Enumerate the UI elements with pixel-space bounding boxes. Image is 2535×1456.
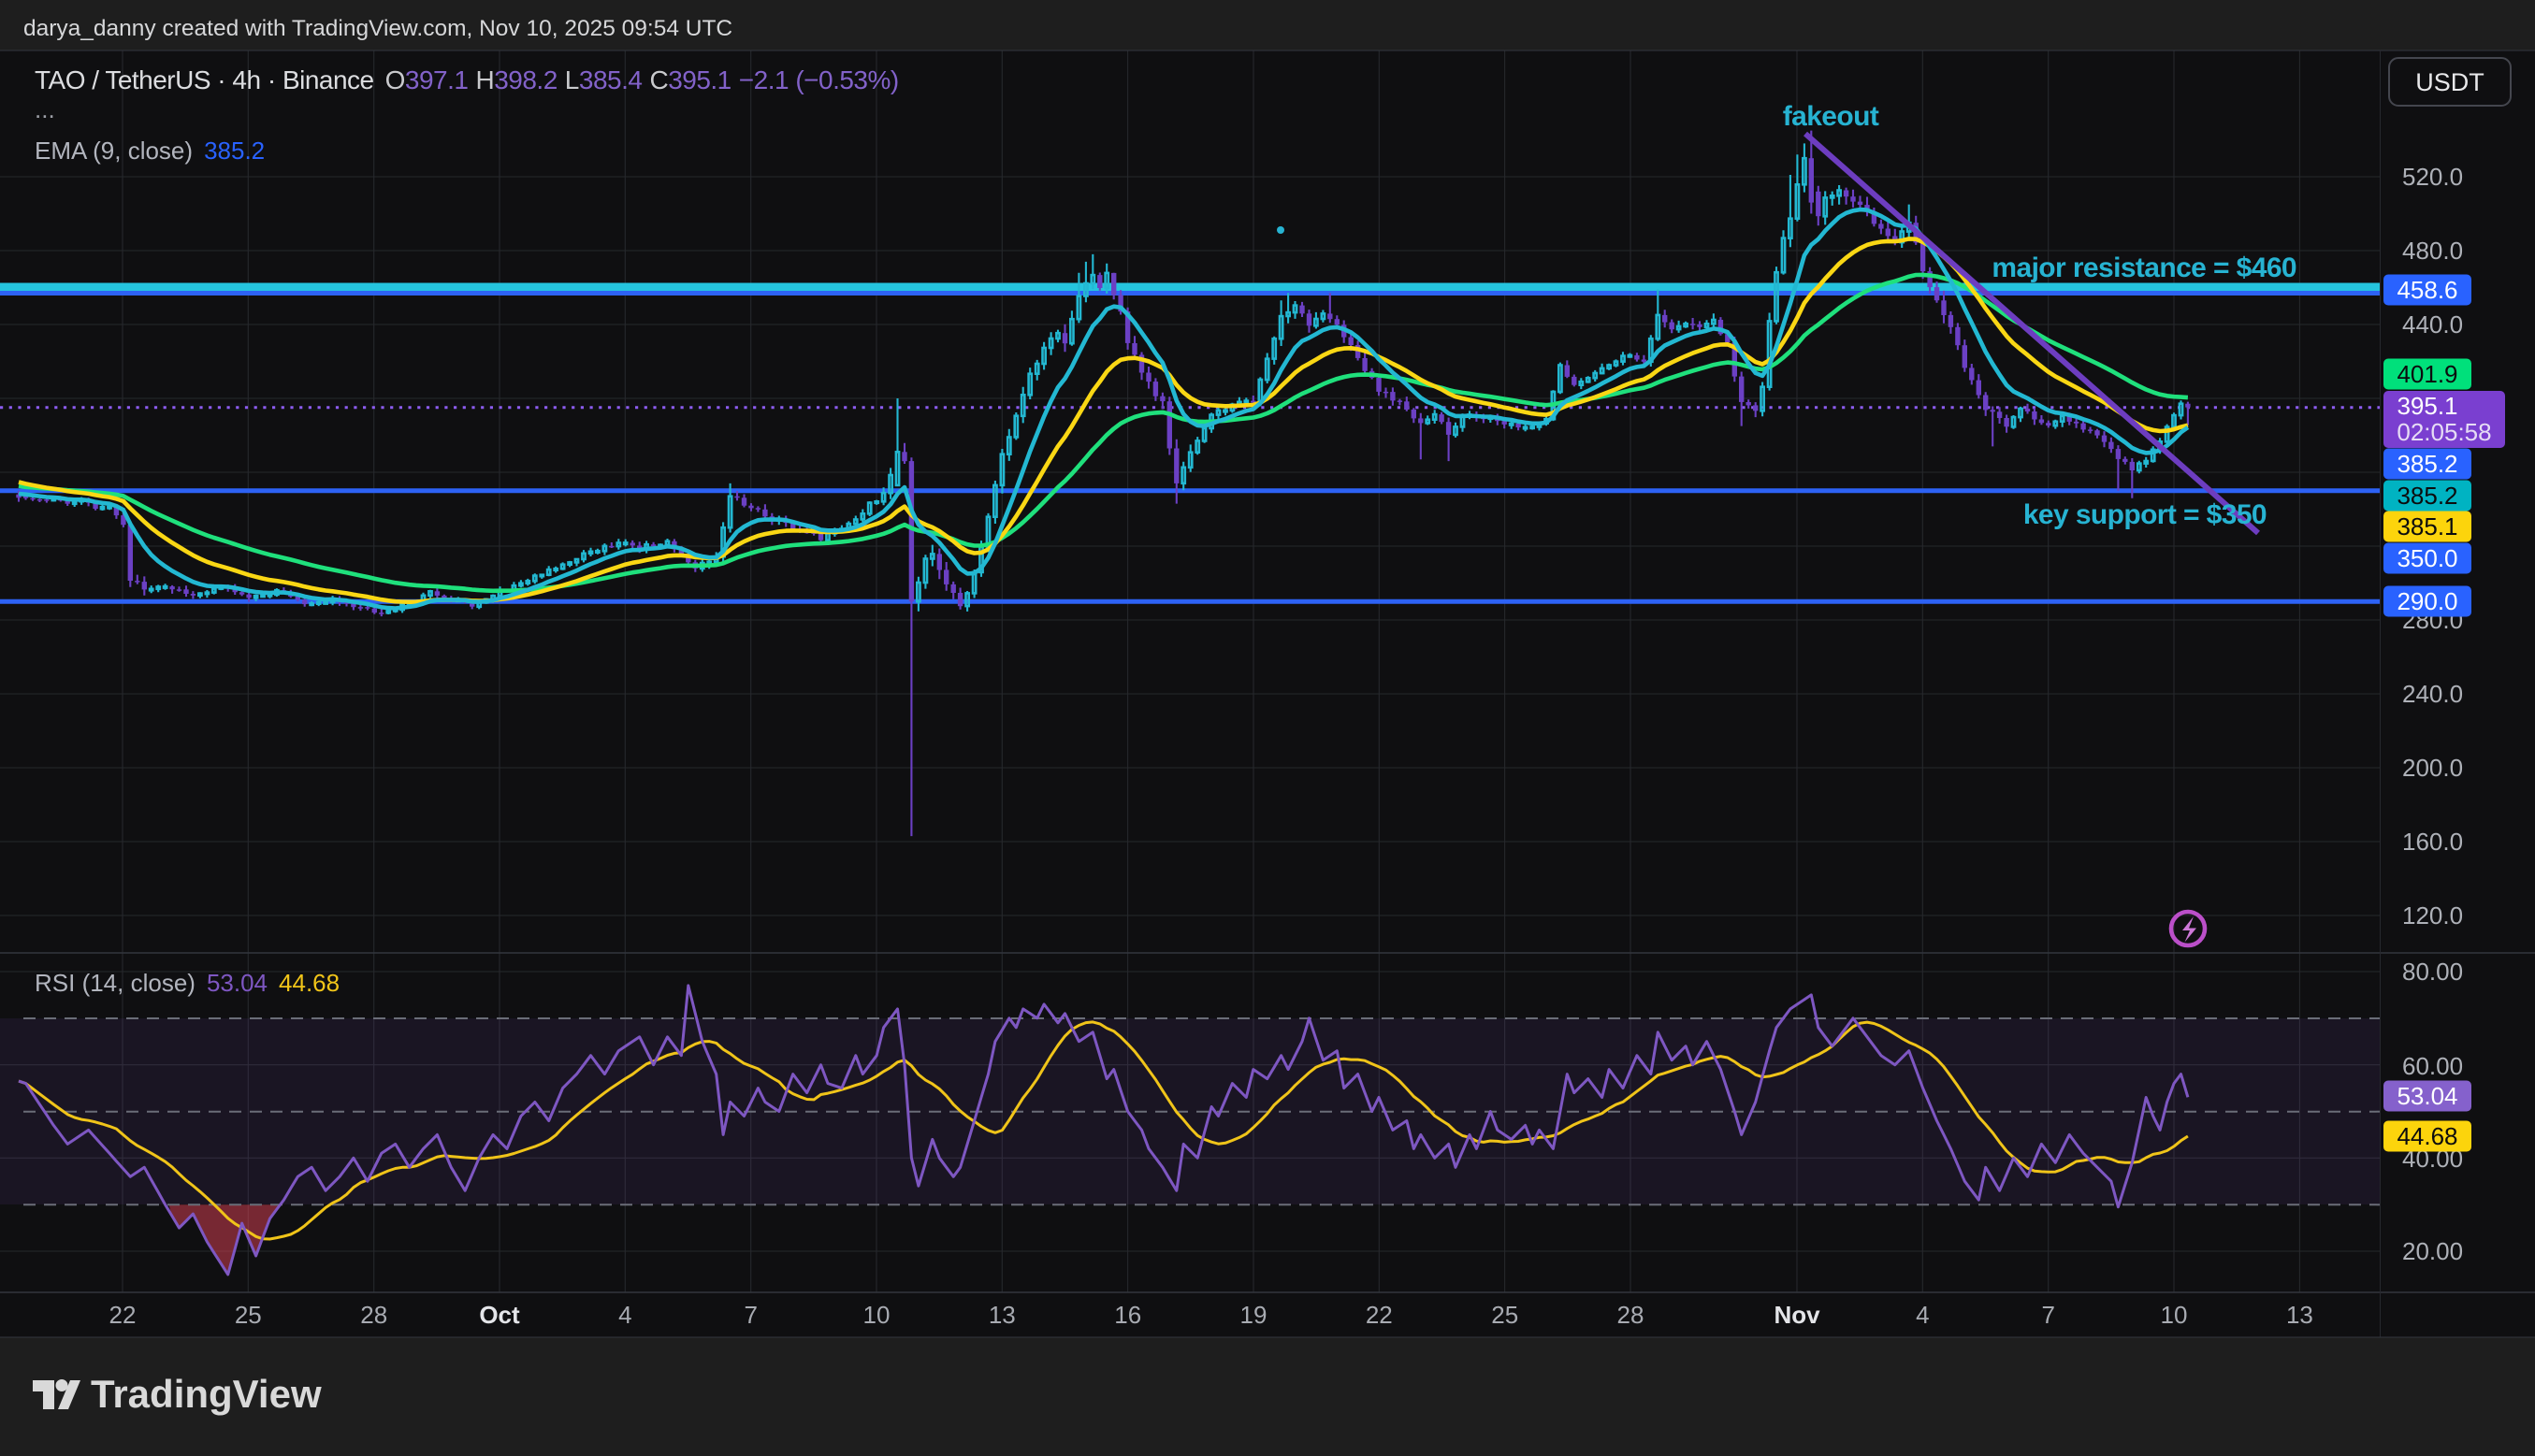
svg-text:10: 10 <box>2161 1301 2188 1329</box>
svg-text:385.1: 385.1 <box>2397 512 2457 541</box>
svg-text:458.6: 458.6 <box>2397 276 2457 304</box>
svg-text:darya_danny created with Tradi: darya_danny created with TradingView.com… <box>23 16 732 41</box>
svg-text:44.68: 44.68 <box>2397 1122 2457 1150</box>
svg-text:160.0: 160.0 <box>2402 828 2463 856</box>
svg-text:...: ... <box>35 95 55 123</box>
svg-text:TAO / TetherUS · 4h · BinanceO: TAO / TetherUS · 4h · BinanceO397.1H398.… <box>35 65 899 94</box>
svg-text:25: 25 <box>1491 1301 1518 1329</box>
svg-text:80.00: 80.00 <box>2402 958 2463 986</box>
svg-text:385.2: 385.2 <box>2397 450 2457 478</box>
svg-text:200.0: 200.0 <box>2402 754 2463 782</box>
svg-text:Nov: Nov <box>1774 1301 1820 1329</box>
svg-text:13: 13 <box>989 1301 1016 1329</box>
svg-text:401.9: 401.9 <box>2397 360 2457 388</box>
svg-text:RSI (14, close)53.0444.68: RSI (14, close)53.0444.68 <box>35 969 340 997</box>
svg-text:fakeout: fakeout <box>1783 101 1879 132</box>
svg-text:385.2: 385.2 <box>2397 482 2457 510</box>
svg-text:7: 7 <box>744 1301 757 1329</box>
svg-text:520.0: 520.0 <box>2402 163 2463 191</box>
svg-text:key support = $350: key support = $350 <box>2023 499 2267 530</box>
svg-text:240.0: 240.0 <box>2402 680 2463 708</box>
svg-text:28: 28 <box>1617 1301 1644 1329</box>
svg-text:22: 22 <box>109 1301 137 1329</box>
svg-text:53.04: 53.04 <box>2397 1082 2457 1110</box>
svg-text:60.00: 60.00 <box>2402 1052 2463 1080</box>
svg-text:10: 10 <box>863 1301 891 1329</box>
svg-text:4: 4 <box>618 1301 631 1329</box>
svg-text:350.0: 350.0 <box>2397 544 2457 572</box>
svg-text:major resistance = $460: major resistance = $460 <box>1992 252 2296 283</box>
svg-text:16: 16 <box>1114 1301 1141 1329</box>
svg-text:13: 13 <box>2286 1301 2313 1329</box>
svg-text:290.0: 290.0 <box>2397 587 2457 615</box>
svg-text:USDT: USDT <box>2415 68 2484 96</box>
svg-text:480.0: 480.0 <box>2402 237 2463 265</box>
svg-text:22: 22 <box>1366 1301 1393 1329</box>
svg-text:25: 25 <box>235 1301 262 1329</box>
svg-text:7: 7 <box>2041 1301 2054 1329</box>
svg-text:28: 28 <box>360 1301 387 1329</box>
svg-text:440.0: 440.0 <box>2402 310 2463 339</box>
svg-text:4: 4 <box>1916 1301 1929 1329</box>
svg-text:EMA (9, close)385.2: EMA (9, close)385.2 <box>35 137 265 165</box>
svg-text:120.0: 120.0 <box>2402 901 2463 930</box>
svg-text:TradingView: TradingView <box>91 1372 322 1416</box>
svg-text:02:05:58: 02:05:58 <box>2397 418 2491 446</box>
svg-text:395.1: 395.1 <box>2397 392 2457 420</box>
svg-text:Oct: Oct <box>479 1301 520 1329</box>
svg-text:19: 19 <box>1240 1301 1268 1329</box>
svg-text:20.00: 20.00 <box>2402 1237 2463 1265</box>
